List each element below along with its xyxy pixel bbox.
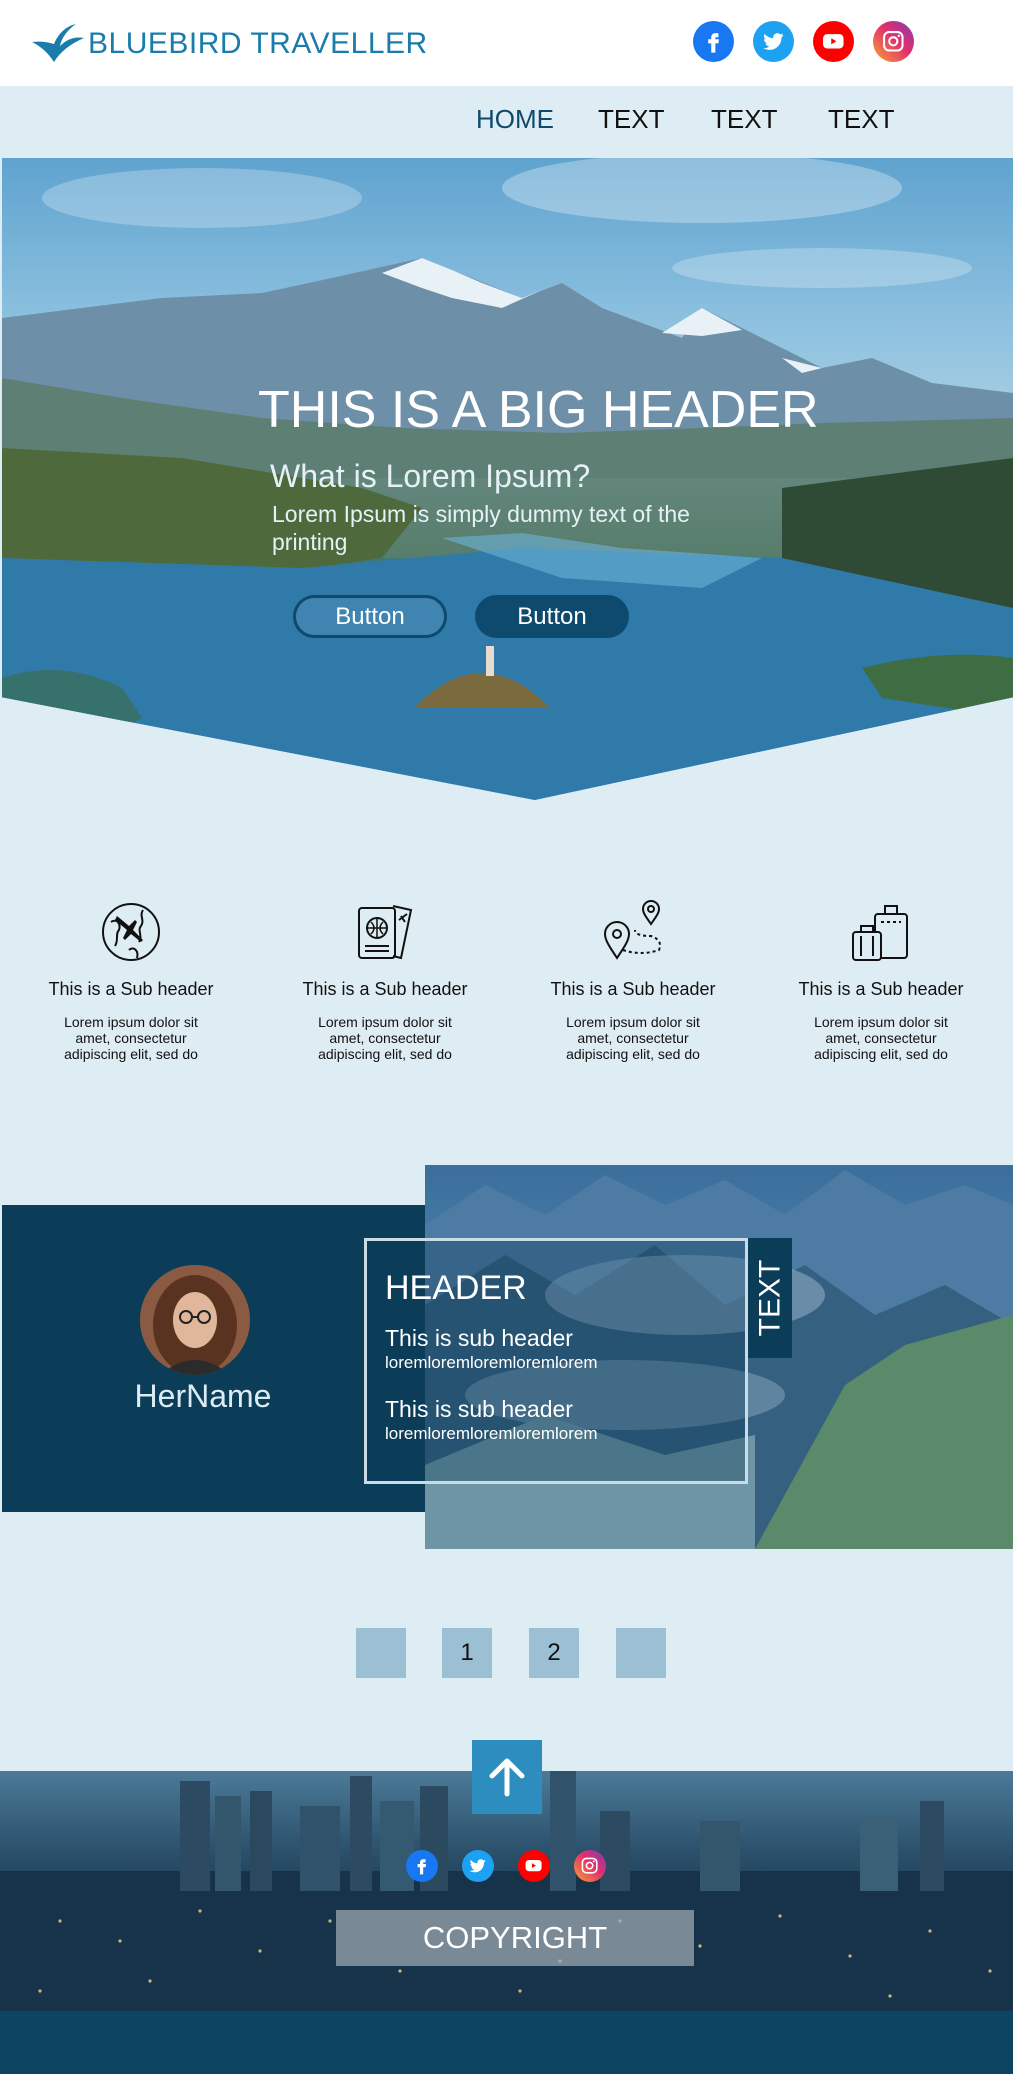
pagination-next[interactable] xyxy=(616,1628,666,1678)
hero-title: THIS IS A BIG HEADER xyxy=(258,381,819,439)
hero-banner: THIS IS A BIG HEADER What is Lorem Ipsum… xyxy=(2,158,1013,800)
social-links-bottom xyxy=(406,1850,606,1882)
feature-card-3: This is a Sub header Lorem ipsum dolor s… xyxy=(528,900,738,1062)
logo[interactable]: BLUEBIRD TRAVELLER xyxy=(30,22,428,66)
feature-title: This is a Sub header xyxy=(798,979,964,999)
info-box: HEADER This is sub header loremloremlore… xyxy=(364,1238,748,1484)
feature-text: Lorem ipsum dolor sit amet, consectetur … xyxy=(814,1014,948,1062)
profile-name: HerName xyxy=(134,1378,272,1414)
instagram-icon[interactable] xyxy=(574,1850,606,1882)
feature-card-1: This is a Sub header Lorem ipsum dolor s… xyxy=(26,900,236,1062)
feature-card-2: This is a Sub header Lorem ipsum dolor s… xyxy=(280,900,490,1062)
info-subheader-2: This is sub header xyxy=(385,1396,573,1422)
page: BLUEBIRD TRAVELLER HOME TEXT TEXT TEXT T… xyxy=(0,0,1013,2074)
twitter-icon[interactable] xyxy=(753,21,794,62)
youtube-icon[interactable] xyxy=(813,21,854,62)
feature-title: This is a Sub header xyxy=(48,979,214,999)
copyright-text: COPYRIGHT xyxy=(336,1910,694,1966)
info-box-header: HEADER xyxy=(385,1269,527,1307)
feature-card-4: This is a Sub header Lorem ipsum dolor s… xyxy=(776,900,986,1062)
bottom-bar xyxy=(0,2011,1013,2074)
feature-text: Lorem ipsum dolor sit amet, consectetur … xyxy=(566,1014,700,1062)
pagination-page-1[interactable]: 1 xyxy=(442,1628,492,1678)
feature-text: Lorem ipsum dolor sit amet, consectetur … xyxy=(318,1014,452,1062)
social-links-top xyxy=(693,21,914,62)
scroll-to-top-button[interactable] xyxy=(472,1740,542,1814)
passport-ticket-icon xyxy=(358,905,413,960)
brand-name: BLUEBIRD TRAVELLER xyxy=(88,27,428,60)
nav-item-text-2[interactable]: TEXT xyxy=(711,104,777,135)
globe-plane-icon xyxy=(102,903,160,961)
facebook-icon[interactable] xyxy=(693,21,734,62)
facebook-icon[interactable] xyxy=(406,1850,438,1882)
route-pin-icon xyxy=(603,900,661,960)
nav-item-home[interactable]: HOME xyxy=(476,104,554,135)
bird-icon xyxy=(32,24,84,62)
youtube-icon[interactable] xyxy=(518,1850,550,1882)
feature-title: This is a Sub header xyxy=(302,979,468,999)
nav-item-text-3[interactable]: TEXT xyxy=(828,104,894,135)
pagination-prev[interactable] xyxy=(356,1628,406,1678)
avatar xyxy=(140,1265,250,1375)
pagination-page-2[interactable]: 2 xyxy=(529,1628,579,1678)
top-bar: BLUEBIRD TRAVELLER xyxy=(0,0,1013,86)
twitter-icon[interactable] xyxy=(462,1850,494,1882)
info-subheader-1: This is sub header xyxy=(385,1325,573,1351)
vertical-text-label: TEXT xyxy=(753,1259,787,1337)
vertical-text-tab[interactable]: TEXT xyxy=(748,1238,792,1358)
nav-item-text-1[interactable]: TEXT xyxy=(598,104,664,135)
info-text-1: loremloremloremloremlorem xyxy=(385,1353,598,1372)
main-nav: HOME TEXT TEXT TEXT xyxy=(0,86,1013,158)
arrow-up-icon xyxy=(489,1758,525,1797)
feature-text: Lorem ipsum dolor sit amet, consectetur … xyxy=(64,1014,198,1062)
hero-description: Lorem Ipsum is simply dummy text of the … xyxy=(272,501,690,555)
hero-solid-button[interactable]: Button xyxy=(475,595,629,638)
instagram-icon[interactable] xyxy=(873,21,914,62)
feature-title: This is a Sub header xyxy=(550,979,716,999)
info-text-2: loremloremloremloremlorem xyxy=(385,1424,598,1443)
luggage-icon xyxy=(852,905,908,961)
hero-outline-button[interactable]: Button xyxy=(293,595,447,638)
hero-subtitle: What is Lorem Ipsum? xyxy=(270,458,591,494)
